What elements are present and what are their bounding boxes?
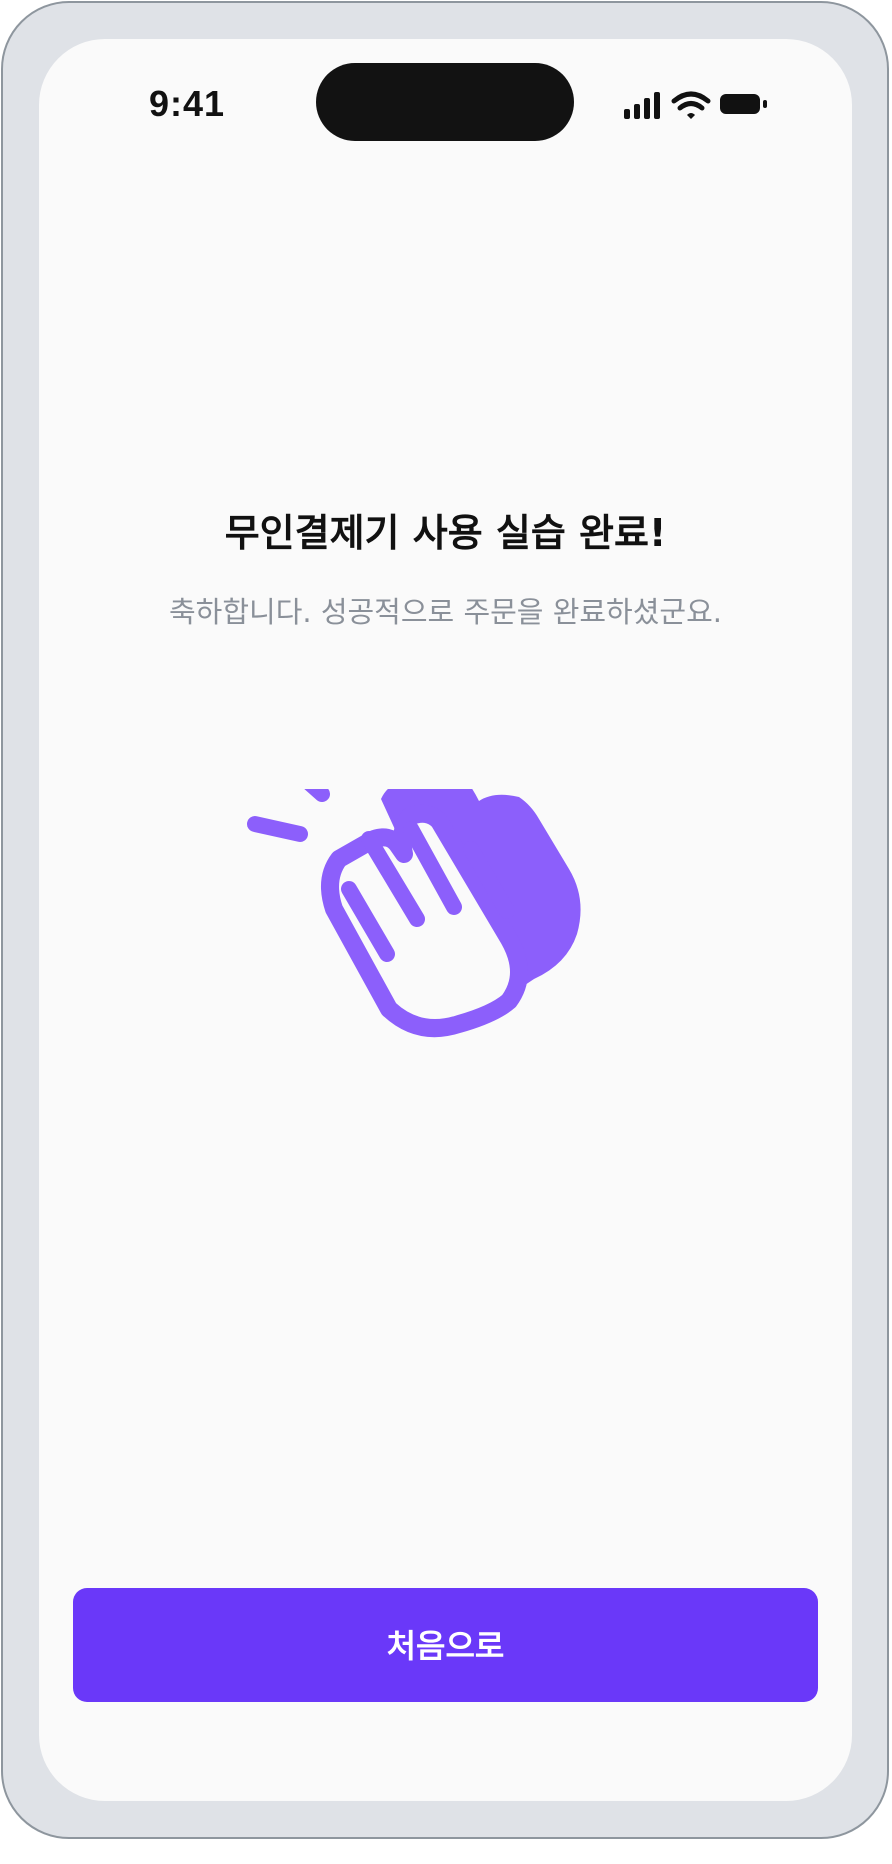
app-screen: 9:41 무인결제기 사용 실습 완료! 축하합니다. 성공적으로 주문을 완료…	[39, 39, 852, 1801]
page-title: 무인결제기 사용 실습 완료!	[224, 511, 667, 555]
page-subtitle: 축하합니다. 성공적으로 주문을 완료하셨군요.	[168, 595, 722, 629]
tap-pointer-hand-icon	[487, 1630, 697, 1864]
status-icons	[624, 91, 767, 119]
battery-icon	[720, 94, 767, 114]
back-to-start-button[interactable]: 처음으로	[73, 1588, 818, 1702]
wifi-icon	[671, 91, 711, 119]
status-time: 9:41	[149, 83, 226, 124]
status-bar: 9:41	[39, 39, 852, 159]
clapping-hands-icon	[247, 789, 581, 1038]
cellular-signal-icon	[624, 92, 660, 119]
dynamic-island	[316, 63, 574, 141]
